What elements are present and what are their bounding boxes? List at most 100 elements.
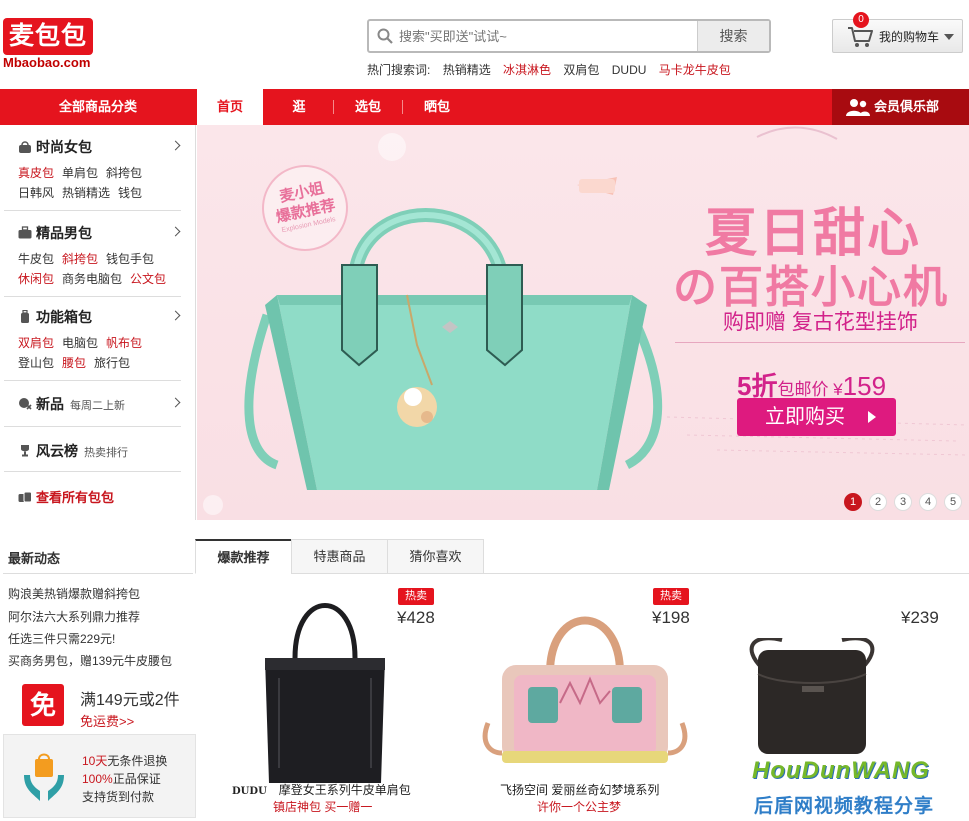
briefcase-icon — [18, 226, 32, 239]
guarantee-text: 无条件退换 — [107, 754, 168, 768]
site-logo-domain[interactable]: Mbaobao.com — [3, 55, 90, 70]
category-link[interactable]: 日韩风 — [18, 186, 54, 200]
search-button[interactable]: 搜索 — [697, 21, 769, 51]
service-guarantee: 10天无条件退换 100%正品保证 支持货到付款 — [3, 734, 196, 818]
category-new-arrivals[interactable]: 新品 每周二上新 — [4, 381, 181, 427]
category-title: 风云榜 热卖排行 — [18, 441, 128, 461]
category-links: 日韩风 热销精选 钱包 — [18, 184, 150, 201]
hot-term[interactable]: 热销精选 — [443, 63, 491, 77]
category-link[interactable]: 电脑包 — [62, 336, 98, 350]
category-title: 时尚女包 — [18, 137, 92, 157]
hero-banner[interactable]: 麦小姐 爆款推荐 Explosion Models 夏日甜心 の百搭小心机 购即… — [197, 125, 969, 520]
carousel-page-1[interactable]: 1 — [844, 493, 862, 511]
bags-icon — [18, 491, 32, 503]
search-input[interactable] — [399, 21, 699, 51]
hot-term[interactable]: 冰淇淋色 — [503, 63, 551, 77]
guarantee-genuine: 100%正品保证 — [82, 770, 161, 787]
carousel-page-5[interactable]: 5 — [944, 493, 962, 511]
news-item[interactable]: 任选三件只需229元! — [8, 630, 115, 647]
chevron-right-icon — [170, 310, 181, 321]
product-promo: 许你一个公主梦 — [537, 800, 622, 814]
product-price: ¥239 — [901, 608, 939, 627]
banner-divider — [675, 342, 965, 343]
category-link[interactable]: 腰包 — [62, 356, 86, 370]
category-link[interactable]: 登山包 — [18, 356, 54, 370]
category-function-bags[interactable]: 功能箱包 双肩包 电脑包 帆布包 登山包 腰包 旅行包 — [4, 297, 181, 381]
chevron-right-icon — [170, 140, 181, 151]
search-bar: 搜索 — [367, 19, 771, 53]
shopping-cart-button[interactable]: 0 我的购物车 — [832, 12, 963, 53]
hot-term[interactable]: 双肩包 — [563, 63, 599, 77]
search-icon — [377, 28, 393, 44]
guarantee-return: 10天无条件退换 — [82, 752, 167, 769]
category-links: 休闲包 商务电脑包 公文包 — [18, 270, 174, 287]
category-links: 牛皮包 斜挎包 钱包手包 — [18, 250, 162, 267]
hands-bag-icon — [24, 753, 64, 801]
category-link[interactable]: 商务电脑包 — [62, 272, 122, 286]
hot-term[interactable]: 马卡龙牛皮包 — [659, 63, 731, 77]
buy-now-button[interactable]: 立即购买 — [737, 398, 896, 436]
nav-choose-bag[interactable]: 选包 — [336, 89, 400, 125]
news-item[interactable]: 阿尔法六大系列鼎力推荐 — [8, 608, 140, 625]
news-item[interactable]: 买商务男包，赠139元牛皮腰包 — [8, 652, 172, 669]
member-club-link[interactable]: 会员俱乐部 — [832, 89, 969, 125]
category-note: 每周二上新 — [70, 400, 125, 412]
product-card[interactable]: 热卖 ¥198 飞扬空间 爱丽丝奇幻梦境系列 许你一个公主梦 — [455, 578, 710, 818]
category-links: 双肩包 电脑包 帆布包 — [18, 334, 150, 351]
carousel-page-3[interactable]: 3 — [894, 493, 912, 511]
nav-home[interactable]: 首页 — [197, 89, 263, 125]
category-link[interactable]: 斜挎包 — [62, 252, 98, 266]
product-brand: DUDU — [232, 786, 267, 797]
product-title: DUDU 摩登女王系列牛皮单肩包 — [232, 781, 411, 798]
product-price: ¥428 — [397, 608, 435, 627]
category-link[interactable]: 钱包手包 — [106, 252, 154, 266]
nav-show-bag[interactable]: 晒包 — [405, 89, 469, 125]
category-title: 精品男包 — [18, 223, 92, 243]
nav-divider — [402, 100, 403, 114]
category-link[interactable]: 斜挎包 — [106, 166, 142, 180]
view-all-bags-link[interactable]: 查看所有包包 — [4, 472, 181, 520]
free-shipping-title: 满149元或2件 — [80, 692, 180, 709]
product-card[interactable]: 热卖 ¥428 DUDU 摩登女王系列牛皮单肩包 镇店神包 买一赠一 — [200, 578, 455, 818]
tab-hot-picks[interactable]: 爆款推荐 — [195, 539, 292, 574]
category-link[interactable]: 热销精选 — [62, 186, 110, 200]
news-item[interactable]: 购浪美热销爆款赠斜挎包 — [8, 585, 140, 602]
site-logo[interactable]: 麦包包 — [3, 18, 93, 55]
category-women-bags[interactable]: 时尚女包 真皮包 单肩包 斜挎包 日韩风 热销精选 钱包 — [4, 125, 181, 211]
category-bestseller-rank[interactable]: 风云榜 热卖排行 — [4, 427, 181, 472]
cart-icon — [848, 27, 873, 47]
category-link[interactable]: 钱包 — [118, 186, 142, 200]
free-shipping-icon: 免 — [22, 684, 64, 726]
luggage-icon — [21, 310, 29, 323]
category-title-label: 时尚女包 — [36, 139, 92, 155]
nav-divider — [333, 100, 334, 114]
handbag-icon — [19, 141, 31, 153]
category-link[interactable]: 旅行包 — [94, 356, 130, 370]
category-note: 热卖排行 — [84, 447, 128, 459]
carousel-page-2[interactable]: 2 — [869, 493, 887, 511]
category-title: 新品 每周二上新 — [18, 394, 125, 414]
tab-special-offers[interactable]: 特惠商品 — [291, 539, 388, 574]
hot-term[interactable]: DUDU — [612, 63, 647, 77]
cart-label: 我的购物车 — [879, 30, 940, 44]
tab-recommended[interactable]: 猜你喜欢 — [387, 539, 484, 574]
watermark: HouDunWANG 后盾网视频教程分享 — [752, 757, 964, 819]
category-men-bags[interactable]: 精品男包 牛皮包 斜挎包 钱包手包 休闲包 商务电脑包 公文包 — [4, 211, 181, 297]
carousel-page-4[interactable]: 4 — [919, 493, 937, 511]
all-categories-menu[interactable]: 全部商品分类 — [0, 89, 196, 125]
nav-browse[interactable]: 逛 — [268, 89, 330, 125]
hot-sale-badge: 热卖 — [398, 588, 434, 605]
category-sidebar: 时尚女包 真皮包 单肩包 斜挎包 日韩风 热销精选 钱包 精品男包 牛皮包 斜挎包 钱包手包… — [0, 125, 196, 520]
category-link[interactable]: 单肩包 — [62, 166, 98, 180]
category-link[interactable]: 牛皮包 — [18, 252, 54, 266]
category-link[interactable]: 休闲包 — [18, 272, 54, 286]
category-link[interactable]: 帆布包 — [106, 336, 142, 350]
members-icon — [846, 99, 870, 116]
category-title-label: 查看所有包包 — [36, 490, 115, 505]
category-link[interactable]: 公文包 — [130, 272, 166, 286]
category-link[interactable]: 真皮包 — [18, 166, 54, 180]
category-link[interactable]: 双肩包 — [18, 336, 54, 350]
free-shipping-link[interactable]: 免运费>> — [80, 711, 134, 730]
banner-discount: 5折 — [737, 371, 778, 401]
news-section-title: 最新动态 — [8, 551, 61, 566]
